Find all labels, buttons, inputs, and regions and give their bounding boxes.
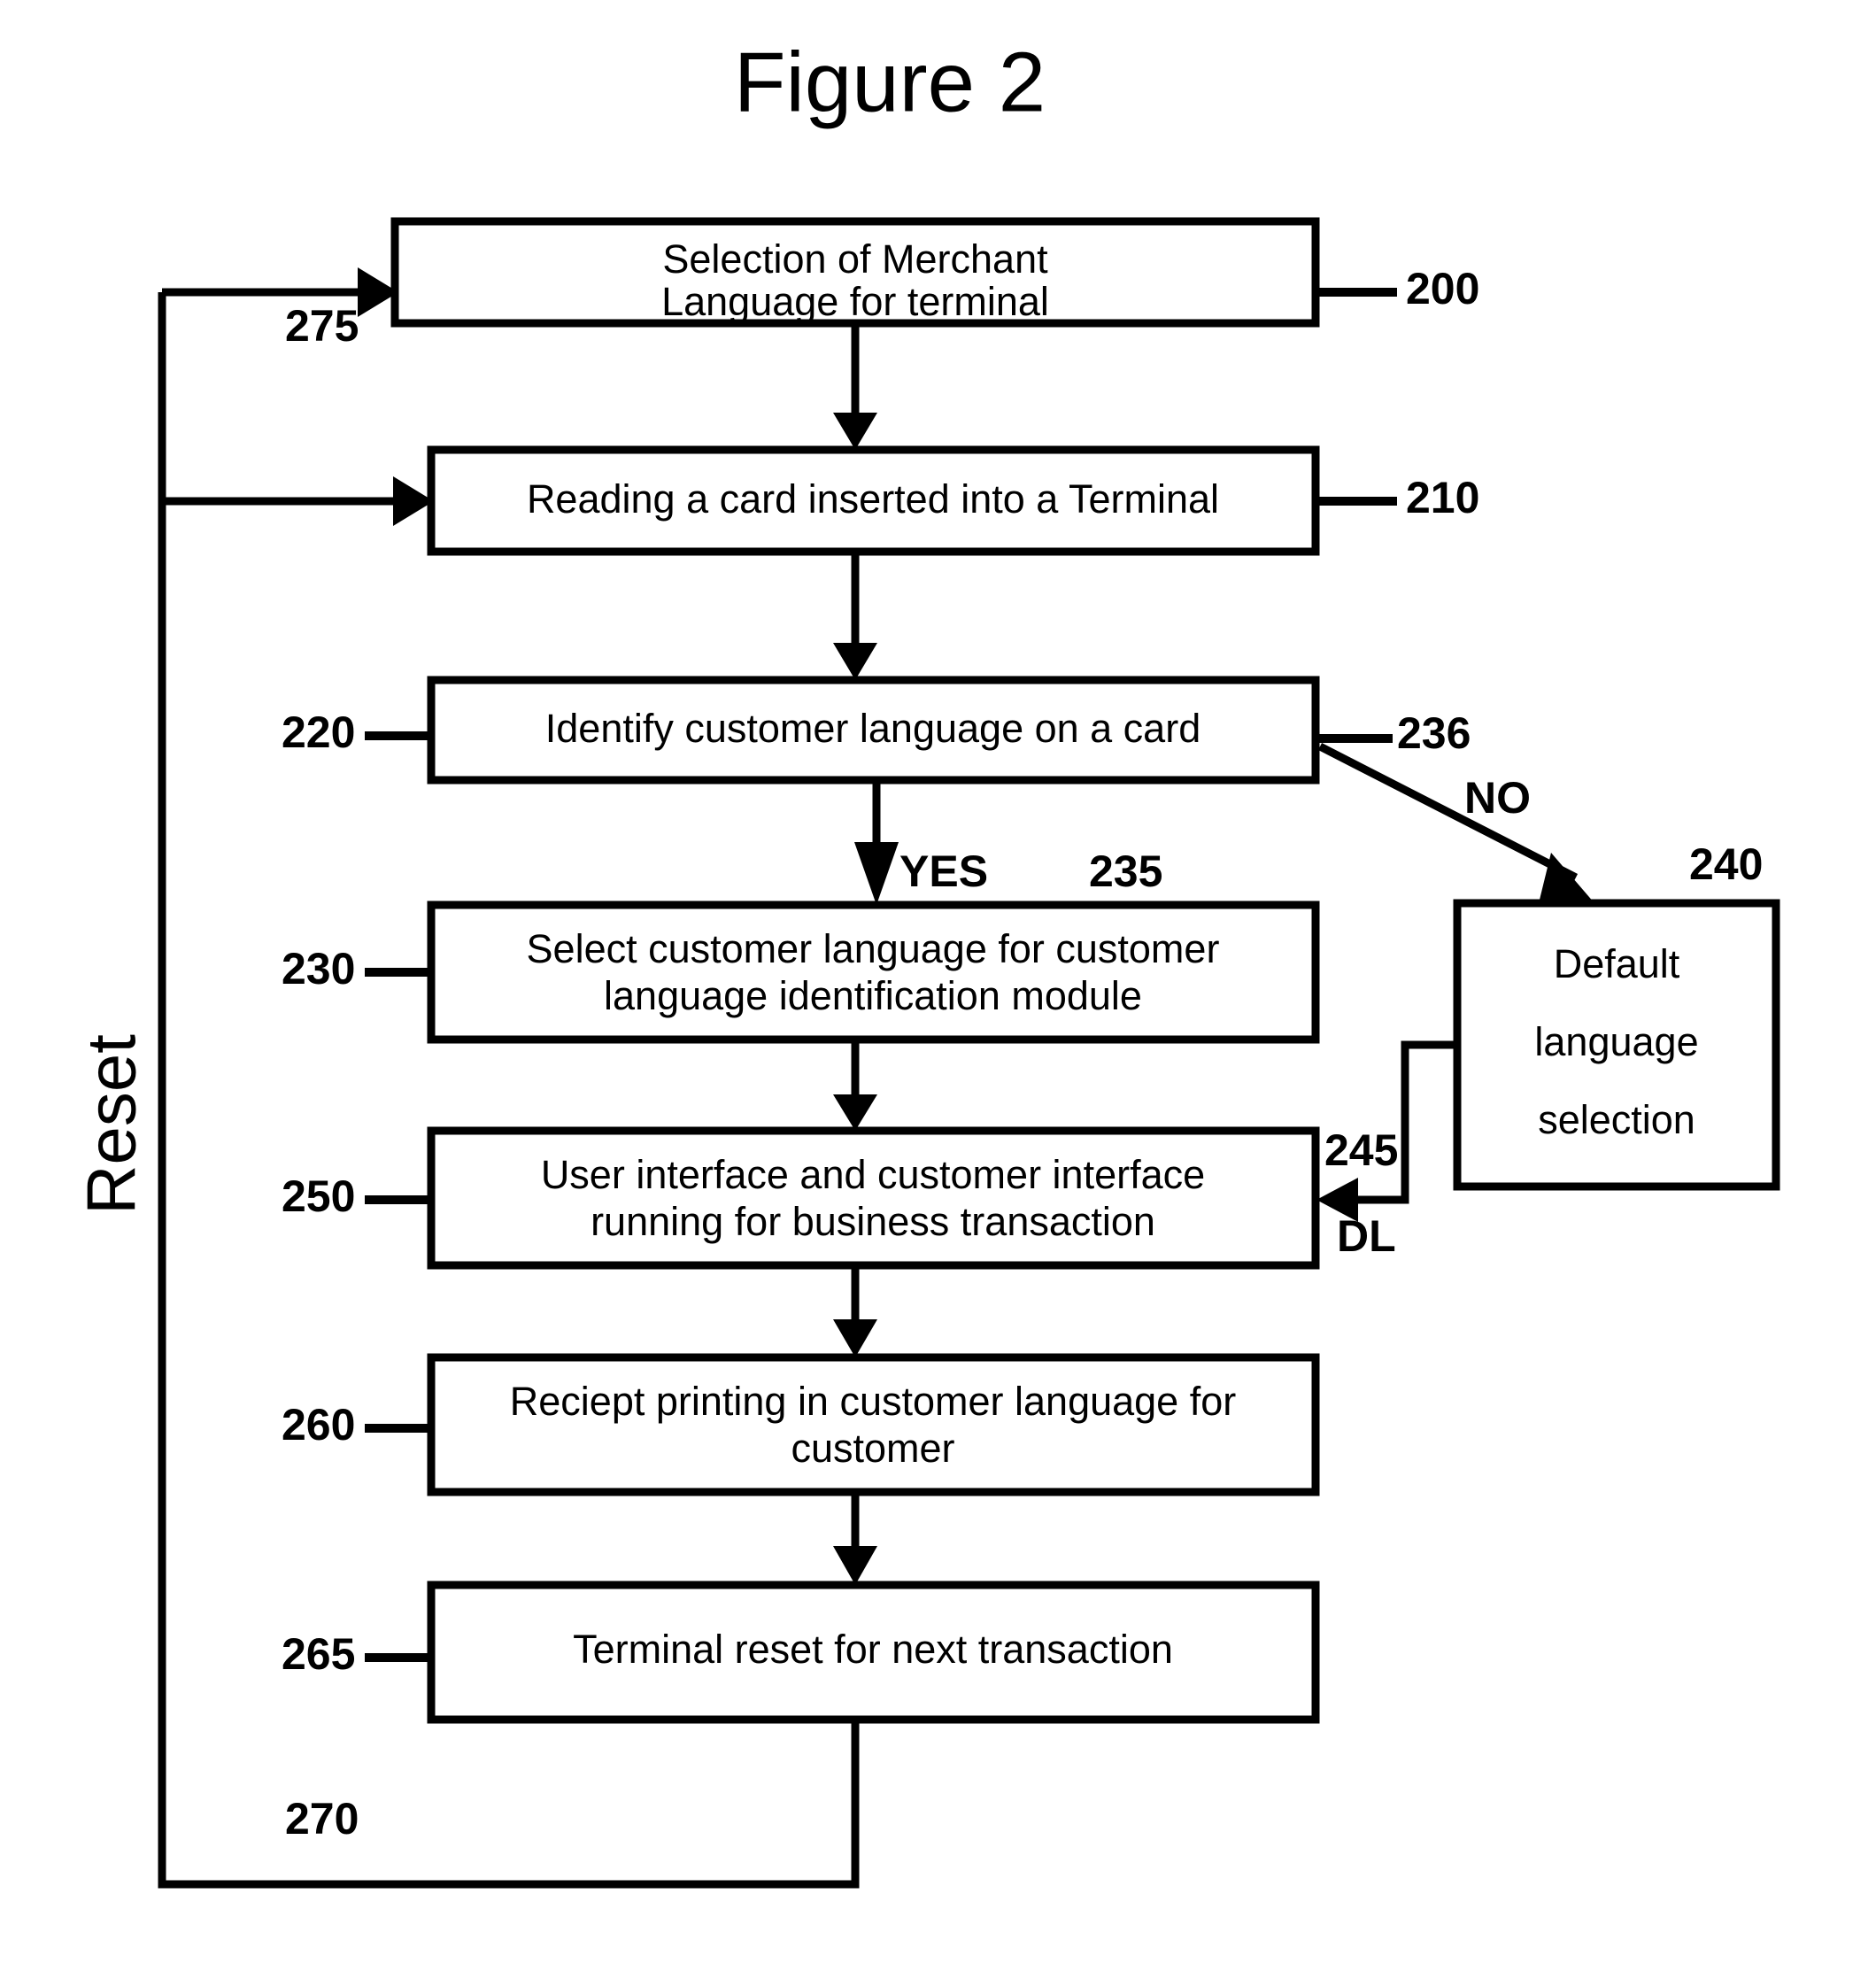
box-250-line-1: User interface and customer interface xyxy=(541,1152,1205,1197)
reset-label: Reset xyxy=(73,1034,151,1215)
ref-number-236: 236 xyxy=(1397,708,1471,758)
box-260-line-1: Reciept printing in customer language fo… xyxy=(510,1379,1236,1424)
ref-number-270: 270 xyxy=(285,1794,359,1844)
ref-number-230: 230 xyxy=(282,944,355,993)
ref-number-250: 250 xyxy=(282,1171,355,1221)
box-230-line-1: Select customer language for customer xyxy=(527,926,1220,971)
box-240-line-2: language xyxy=(1534,1019,1698,1064)
branch-label-no: NO xyxy=(1464,773,1531,823)
arrow-200-to-210-head xyxy=(833,413,877,450)
box-220-line-1: Identify customer language on a card xyxy=(545,706,1200,751)
ref-number-200: 200 xyxy=(1406,264,1479,313)
box-200-line-2: Language for terminal xyxy=(661,279,1049,324)
box-250-line-2: running for business transaction xyxy=(591,1199,1155,1244)
box-240-line-1: Default xyxy=(1554,941,1680,986)
process-box-265: Terminal reset for next transaction xyxy=(427,1581,1320,1724)
ref-number-240: 240 xyxy=(1689,839,1763,889)
ref-number-260: 260 xyxy=(282,1400,355,1449)
process-box-220: Identify customer language on a card xyxy=(427,676,1320,785)
arrow-220-to-240-line xyxy=(1317,742,1579,882)
box-230-line-2: language identification module xyxy=(604,973,1142,1018)
ref-number-245: 245 xyxy=(1324,1125,1398,1175)
arrow-250-to-260-head xyxy=(833,1319,877,1357)
process-box-200: Selection of Merchant Language for termi… xyxy=(390,217,1320,328)
ref-number-265: 265 xyxy=(282,1629,355,1679)
box-265-line-1: Terminal reset for next transaction xyxy=(573,1627,1173,1672)
process-box-240: Default language selection xyxy=(1453,899,1780,1191)
box-210-line-1: Reading a card inserted into a Terminal xyxy=(527,476,1219,522)
arrow-210-to-220-head xyxy=(833,643,877,680)
connector-245-path xyxy=(1355,1040,1457,1204)
flowchart-canvas: Figure 2 Selection of Merchant Language … xyxy=(73,35,1780,1889)
branch-label-yes: YES xyxy=(899,846,988,896)
ref-number-220: 220 xyxy=(282,707,355,757)
arrow-260-to-265-head xyxy=(833,1546,877,1585)
box-260-line-2: customer xyxy=(791,1426,954,1471)
branch-label-dl: DL xyxy=(1337,1211,1396,1261)
ref-number-210: 210 xyxy=(1406,473,1479,522)
patent-figure-2: Figure 2 Selection of Merchant Language … xyxy=(0,0,1876,1979)
ref-number-235: 235 xyxy=(1089,846,1162,896)
process-box-210: Reading a card inserted into a Terminal xyxy=(427,445,1320,556)
ref-number-275: 275 xyxy=(285,301,359,351)
process-box-230: Select customer language for customer la… xyxy=(427,901,1320,1044)
process-box-250: User interface and customer interface ru… xyxy=(427,1126,1320,1270)
arrow-220-to-230-head xyxy=(854,842,899,905)
arrow-230-to-250-head xyxy=(833,1094,877,1131)
box-240-line-3: selection xyxy=(1538,1097,1695,1142)
figure-title: Figure 2 xyxy=(734,35,1046,129)
process-box-260: Reciept printing in customer language fo… xyxy=(427,1353,1320,1496)
box-200-line-1: Selection of Merchant xyxy=(662,236,1048,282)
